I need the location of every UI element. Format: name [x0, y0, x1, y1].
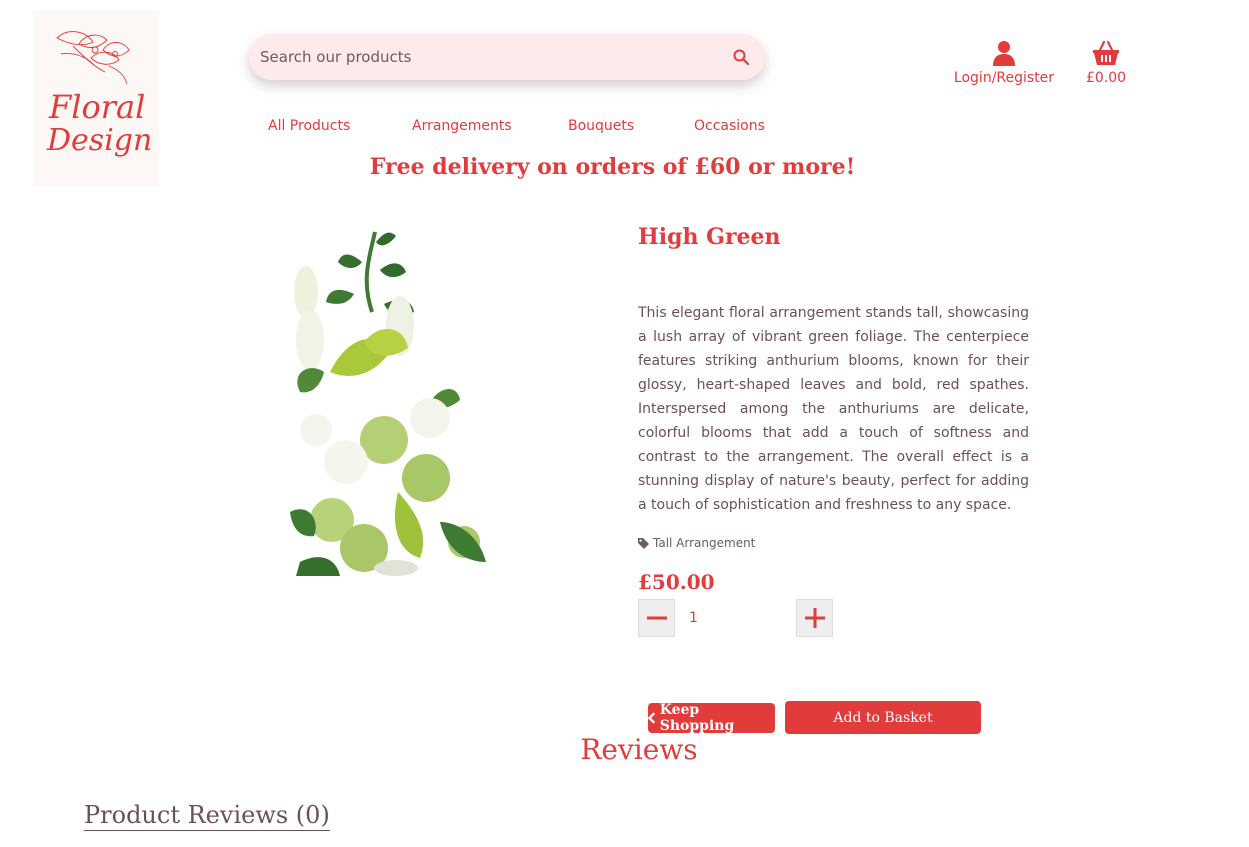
basket-total: £0.00 [1085, 70, 1127, 86]
logo-text-line1: Floral [48, 88, 145, 126]
delivery-banner: Free delivery on orders of £60 or more! [369, 154, 856, 180]
increment-button[interactable] [796, 599, 833, 637]
search-icon[interactable] [723, 34, 759, 80]
tag-icon [638, 537, 649, 549]
quantity-input[interactable] [675, 599, 796, 637]
search-bar [249, 34, 765, 80]
product-image [280, 222, 492, 576]
quantity-stepper [638, 599, 833, 637]
product-reviews-count: Product Reviews (0) [84, 801, 330, 831]
minus-icon [646, 616, 667, 620]
decrement-button[interactable] [638, 599, 675, 637]
product-category-tag[interactable]: Tall Arrangement [638, 536, 755, 550]
keep-shopping-label: Keep Shopping [659, 702, 735, 734]
reviews-heading: Reviews [580, 733, 698, 766]
nav-arrangements[interactable]: Arrangements [412, 118, 512, 134]
login-register-link[interactable]: Login/Register [949, 40, 1059, 86]
plus-icon [804, 608, 825, 628]
login-register-label: Login/Register [953, 70, 1055, 86]
search-input[interactable] [249, 34, 723, 80]
tag-label: Tall Arrangement [653, 536, 756, 550]
add-to-basket-button[interactable]: Add to Basket [785, 701, 981, 734]
nav-occasions[interactable]: Occasions [694, 118, 765, 134]
keep-shopping-button[interactable]: Keep Shopping [648, 702, 775, 734]
chevron-left-icon [648, 712, 656, 724]
basket-link[interactable]: £0.00 [1080, 40, 1132, 86]
basket-icon [1093, 40, 1119, 65]
nav-bouquets[interactable]: Bouquets [568, 118, 634, 134]
user-icon [993, 41, 1015, 66]
nav-all-products[interactable]: All Products [268, 118, 350, 134]
logo-text-line2: Design [46, 123, 152, 158]
product-description: This elegant floral arrangement stands t… [638, 305, 1029, 513]
product-title: High Green [638, 224, 781, 250]
product-price: £50.00 [638, 570, 715, 594]
